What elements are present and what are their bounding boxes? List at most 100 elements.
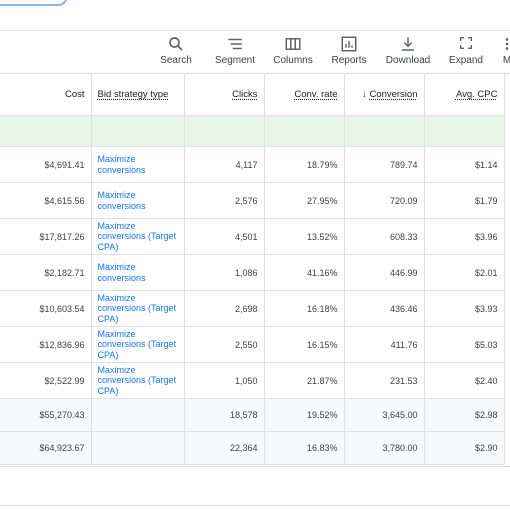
bid-strategy-cell: Maximize conversions (Target CPA) [91,290,185,327]
filter-cell [344,115,425,147]
avg-cpc-cell: $3.96 [424,218,505,255]
bid-strategy-link[interactable]: Maximize conversions (Target CPA) [98,293,178,325]
clicks-cell: 2,550 [184,326,265,363]
total-conversions-cell: 3,780.00 [344,431,425,465]
reports-label: Reports [331,55,367,66]
conv-rate-cell: 27.95% [264,182,345,219]
total-clicks-cell: 22,364 [184,431,265,465]
more-button[interactable]: M [500,35,510,71]
expand-button[interactable]: Expand [445,35,487,71]
more-icon [500,35,510,55]
reports-button[interactable]: Reports [329,35,369,71]
total-row: $55,270.43 18,578 19.52% 3,645.00 $2.98 [0,398,505,432]
campaign-table: Cost Bid strategy type Clicks Conv. rate… [0,74,505,465]
clicks-cell: 1,086 [184,254,265,291]
bid-strategy-link[interactable]: Maximize conversions [98,262,178,283]
columns-label: Columns [273,55,313,66]
tab-outline [0,0,68,6]
bid-strategy-link[interactable]: Maximize conversions (Target CPA) [98,221,178,253]
conv-rate-column-header[interactable]: Conv. rate [264,74,345,116]
cost-cell: $2,182.71 [0,254,92,291]
total-clicks-cell: 18,578 [184,398,265,432]
clicks-cell: 4,117 [184,146,265,183]
clicks-cell: 4,501 [184,218,265,255]
avg-cpc-column-header[interactable]: Avg. CPC [424,74,505,116]
conv-rate-header-label: Conv. rate [294,89,338,100]
total-avg-cpc-cell: $2.90 [424,431,505,465]
bid-strategy-link[interactable]: Maximize conversions (Target CPA) [98,329,178,361]
bid-strategy-cell: Maximize conversions [91,146,185,183]
conversions-header-label: Conversion [369,89,418,100]
total-row: $64,923.67 22,364 16.83% 3,780.00 $2.90 [0,431,505,465]
total-cost-cell: $55,270.43 [0,398,92,432]
filter-cell [424,115,505,147]
conversions-cell: 789.74 [344,146,425,183]
clicks-cell: 2,698 [184,290,265,327]
conversions-cell: 231.53 [344,362,425,399]
avg-cpc-cell: $3.93 [424,290,505,327]
search-icon [158,35,194,55]
avg-cpc-cell: $1.14 [424,146,505,183]
bid-strategy-cell: Maximize conversions [91,254,185,291]
columns-icon [272,35,314,55]
table-footer [0,466,510,506]
conversions-cell: 436.46 [344,290,425,327]
header-row: Cost Bid strategy type Clicks Conv. rate… [0,74,505,116]
bid-strategy-cell: Maximize conversions (Target CPA) [91,326,185,363]
conv-rate-cell: 41.16% [264,254,345,291]
table-row: $4,615.56 Maximize conversions 2,576 27.… [0,182,505,219]
total-conv-rate-cell: 16.83% [264,431,345,465]
download-icon [383,35,433,55]
filter-cell [0,115,92,147]
total-conversions-cell: 3,645.00 [344,398,425,432]
columns-button[interactable]: Columns [272,35,314,71]
clicks-header-label: Clicks [232,89,258,100]
clicks-cell: 1,050 [184,362,265,399]
conversions-cell: 411.76 [344,326,425,363]
conv-rate-cell: 21.87% [264,362,345,399]
bid-strategy-column-header[interactable]: Bid strategy type [91,74,185,116]
segment-icon [212,35,258,55]
search-label: Search [160,55,192,66]
cost-column-header[interactable]: Cost [0,74,92,116]
bid-strategy-cell: Maximize conversions [91,182,185,219]
more-label: M [502,55,510,66]
expand-icon [445,35,487,55]
avg-cpc-cell: $1.79 [424,182,505,219]
bid-strategy-link[interactable]: Maximize conversions [98,190,178,211]
avg-cpc-cell: $2.01 [424,254,505,291]
cost-cell: $17,817.26 [0,218,92,255]
total-cost-cell: $64,923.67 [0,431,92,465]
avg-cpc-header-label: Avg. CPC [455,89,498,100]
download-button[interactable]: Download [383,35,433,71]
segment-label: Segment [214,55,256,66]
cost-cell: $4,615.56 [0,182,92,219]
conversions-cell: 446.99 [344,254,425,291]
expand-label: Expand [449,55,483,66]
table-row: $10,603.54 Maximize conversions (Target … [0,290,505,327]
filter-row [0,115,505,147]
filter-cell [91,115,185,147]
conv-rate-cell: 16.15% [264,326,345,363]
total-bid-cell [91,431,185,465]
avg-cpc-cell: $2.40 [424,362,505,399]
conv-rate-cell: 18.79% [264,146,345,183]
segment-button[interactable]: Segment [212,35,258,71]
bid-strategy-header-label: Bid strategy type [97,89,169,100]
bid-strategy-cell: Maximize conversions (Target CPA) [91,362,185,399]
cost-cell: $10,603.54 [0,290,92,327]
bid-strategy-link[interactable]: Maximize conversions [98,154,178,175]
avg-cpc-cell: $5.03 [424,326,505,363]
cost-cell: $2,522.99 [0,362,92,399]
top-bar [0,0,510,31]
clicks-column-header[interactable]: Clicks [184,74,265,116]
cost-cell: $4,691.41 [0,146,92,183]
table-row: $2,182.71 Maximize conversions 1,086 41.… [0,254,505,291]
table-row: $17,817.26 Maximize conversions (Target … [0,218,505,255]
download-label: Download [385,55,431,66]
conv-rate-cell: 13.52% [264,218,345,255]
search-button[interactable]: Search [158,35,194,71]
filter-cell [184,115,265,147]
conversions-column-header[interactable]: ↓ Conversion [344,74,425,116]
bid-strategy-link[interactable]: Maximize conversions (Target CPA) [98,365,178,397]
